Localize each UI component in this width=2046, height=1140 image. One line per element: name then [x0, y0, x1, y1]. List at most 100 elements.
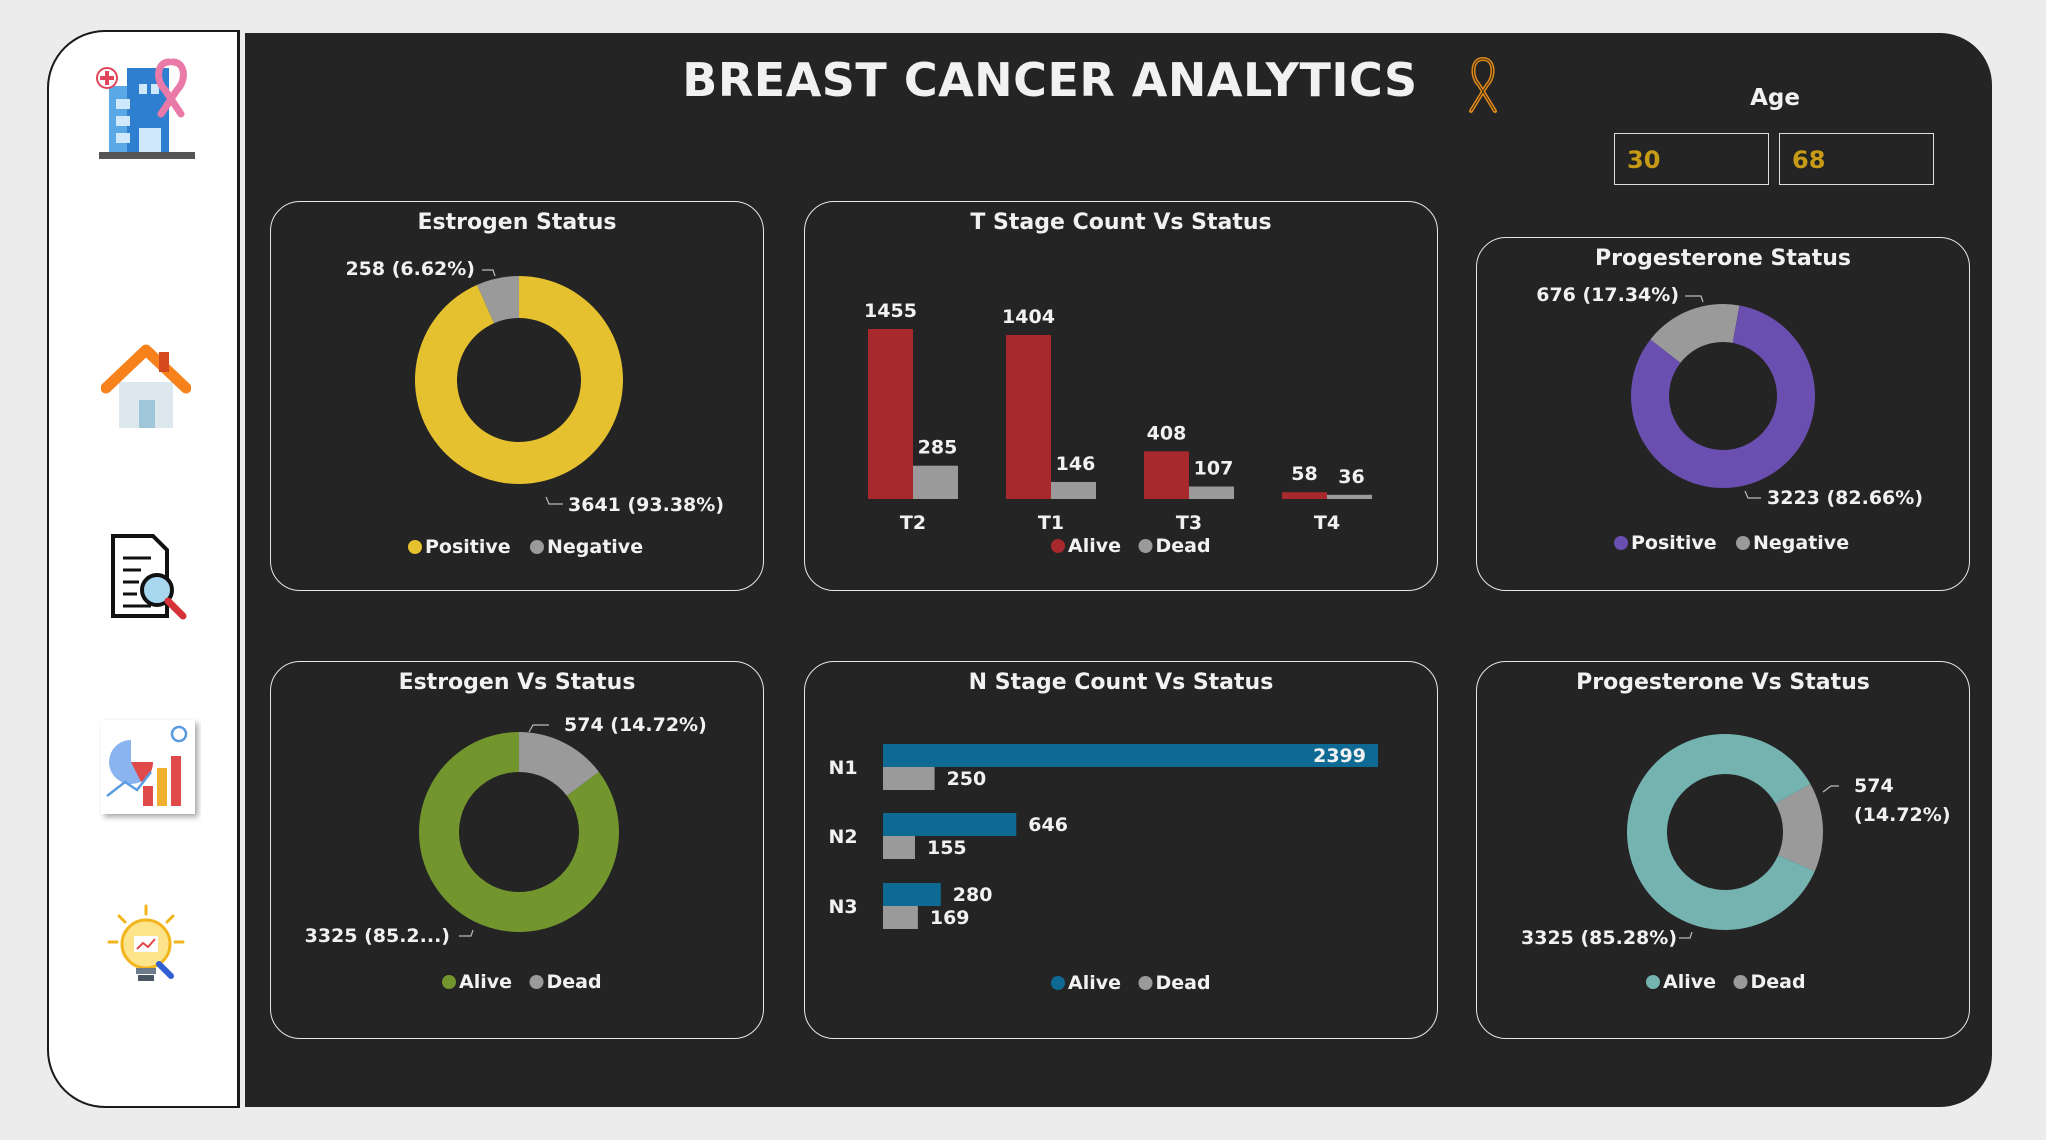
bar-dead: [883, 836, 915, 859]
legend-marker: [1736, 536, 1750, 550]
bar-dead: [1189, 486, 1234, 499]
tick-label: T3: [1176, 512, 1202, 534]
estrogen-vs-status-card: Estrogen Vs Status 574 (14.72%) 3325 (85.…: [270, 661, 764, 1039]
legend-item: Negative: [547, 536, 643, 558]
leader-line: [1822, 785, 1839, 793]
progesterone-vs-status-chart: 574 (14.72%) 3325 (85.28%) Alive Dead: [1521, 734, 1951, 993]
legend-item: Dead: [1751, 971, 1806, 993]
bar-dead: [883, 906, 918, 929]
leader-line: [545, 496, 563, 505]
bar-dead: [883, 767, 935, 790]
leader-line: [1679, 931, 1693, 939]
data-label: 676 (17.34%): [1536, 284, 1679, 306]
leader-line: [1685, 295, 1704, 303]
data-label: 258 (6.62%): [345, 258, 475, 280]
legend-marker: [1138, 539, 1153, 553]
legend-item: Negative: [1753, 532, 1849, 554]
legend-item: Dead: [547, 971, 602, 993]
bar-alive: [1006, 334, 1051, 499]
t-stage-chart: 1455 285 T2 1404 146 T1 408 107 T3 58 36 T4 Alive Dea…: [864, 300, 1372, 557]
bar-dead: [1327, 494, 1372, 499]
tick-label: N2: [828, 826, 857, 848]
data-label: 250: [947, 768, 987, 790]
data-label: 408: [1147, 422, 1187, 444]
dashboard-main: BREAST CANCER ANALYTICS Age 30 68 Estrog…: [245, 33, 1992, 1107]
tick-label: N1: [828, 757, 857, 779]
progesterone-status-chart: 676 (17.34%) 3223 (82.66%) Positive Negativ…: [1536, 284, 1923, 554]
estrogen-status-chart: 258 (6.62%) 3641 (93.38%) Positive Negative: [345, 258, 724, 558]
legend-marker: [1138, 976, 1153, 990]
legend-marker: [1614, 536, 1628, 550]
data-label: 36: [1338, 466, 1364, 488]
report-search-icon[interactable]: [49, 532, 242, 622]
data-label: 155: [927, 837, 967, 859]
bar-alive: [883, 744, 1378, 767]
data-label: 3641 (93.38%): [568, 494, 724, 516]
data-label: 58: [1291, 463, 1317, 485]
page-title: BREAST CANCER ANALYTICS: [682, 53, 1418, 107]
progesterone-vs-status-card: Progesterone Vs Status 574 (14.72%) 3325 (…: [1476, 661, 1970, 1039]
tick-label: T1: [1038, 512, 1064, 534]
n-stage-chart: N1 2399 250 N2 646 155 N3 280169 Alive Dead: [828, 744, 1378, 994]
donut-slice: [415, 276, 623, 485]
legend-item: Alive: [1068, 535, 1121, 557]
data-label: 1404: [1002, 306, 1055, 328]
bar-alive: [1282, 492, 1327, 499]
sidebar: [47, 30, 240, 1108]
estrogen-status-card: Estrogen Status 258 (6.62%) 3641 (93.38%)…: [270, 201, 764, 591]
home-icon[interactable]: [49, 342, 242, 432]
data-label: 169: [930, 907, 970, 929]
legend-item: Positive: [1631, 532, 1717, 554]
data-label: 285: [918, 437, 958, 459]
data-label: 646: [1028, 814, 1068, 836]
hospital-logo-icon: [49, 54, 242, 164]
bar-alive: [883, 813, 1017, 836]
tick-label: T2: [900, 512, 926, 534]
bar-dead: [1051, 481, 1096, 499]
data-label: 146: [1056, 453, 1096, 475]
legend-item: Dead: [1156, 535, 1211, 557]
legend-marker: [1051, 976, 1065, 990]
charts-icon[interactable]: [49, 712, 242, 822]
legend-marker: [442, 975, 456, 989]
legend-marker: [529, 975, 544, 989]
data-label: 280: [953, 884, 993, 906]
insights-lightbulb-icon[interactable]: [49, 902, 242, 992]
legend-marker: [408, 540, 422, 554]
legend-item: Alive: [1068, 972, 1121, 994]
data-label: 574 (14.72%): [564, 714, 707, 736]
tick-label: N3: [828, 896, 857, 918]
legend-marker: [1733, 975, 1748, 989]
data-label: 3223 (82.66%): [1767, 487, 1923, 509]
data-label: 3325 (85.28%): [1521, 927, 1677, 949]
tick-label: T4: [1314, 512, 1340, 534]
legend-item: Positive: [425, 536, 511, 558]
estrogen-vs-status-chart: 574 (14.72%) 3325 (85.2...) Alive Dead: [305, 714, 707, 993]
legend-marker: [1051, 539, 1065, 553]
legend-item: Alive: [1663, 971, 1716, 993]
bottom-strip: [0, 1132, 2046, 1140]
progesterone-status-card: Progesterone Status 676 (17.34%) 3223 (82…: [1476, 237, 1970, 591]
data-label: 2399: [1313, 745, 1366, 767]
age-max-input[interactable]: 68: [1779, 133, 1934, 185]
legend-item: Alive: [459, 971, 512, 993]
leader-line: [459, 929, 474, 937]
bar-alive: [1144, 451, 1189, 499]
bar-alive: [883, 883, 941, 906]
data-label: 574: [1854, 775, 1894, 797]
data-label: 3325 (85.2...): [305, 925, 450, 947]
leader-line: [482, 269, 496, 277]
legend-marker: [530, 540, 544, 554]
n-stage-card: N Stage Count Vs Status N1 2399 250 N2 646 15…: [804, 661, 1438, 1039]
legend-marker: [1646, 975, 1660, 989]
bar-alive: [868, 329, 913, 499]
t-stage-card: T Stage Count Vs Status 1455 285 T2 1404 146…: [804, 201, 1438, 591]
data-label: 1455: [864, 300, 917, 322]
bar-dead: [913, 465, 958, 499]
awareness-ribbon-icon: [1463, 55, 1503, 119]
data-label: 107: [1194, 457, 1234, 479]
data-label: (14.72%): [1854, 804, 1951, 826]
legend-item: Dead: [1156, 972, 1211, 994]
leader-line: [528, 724, 549, 733]
age-min-input[interactable]: 30: [1614, 133, 1769, 185]
